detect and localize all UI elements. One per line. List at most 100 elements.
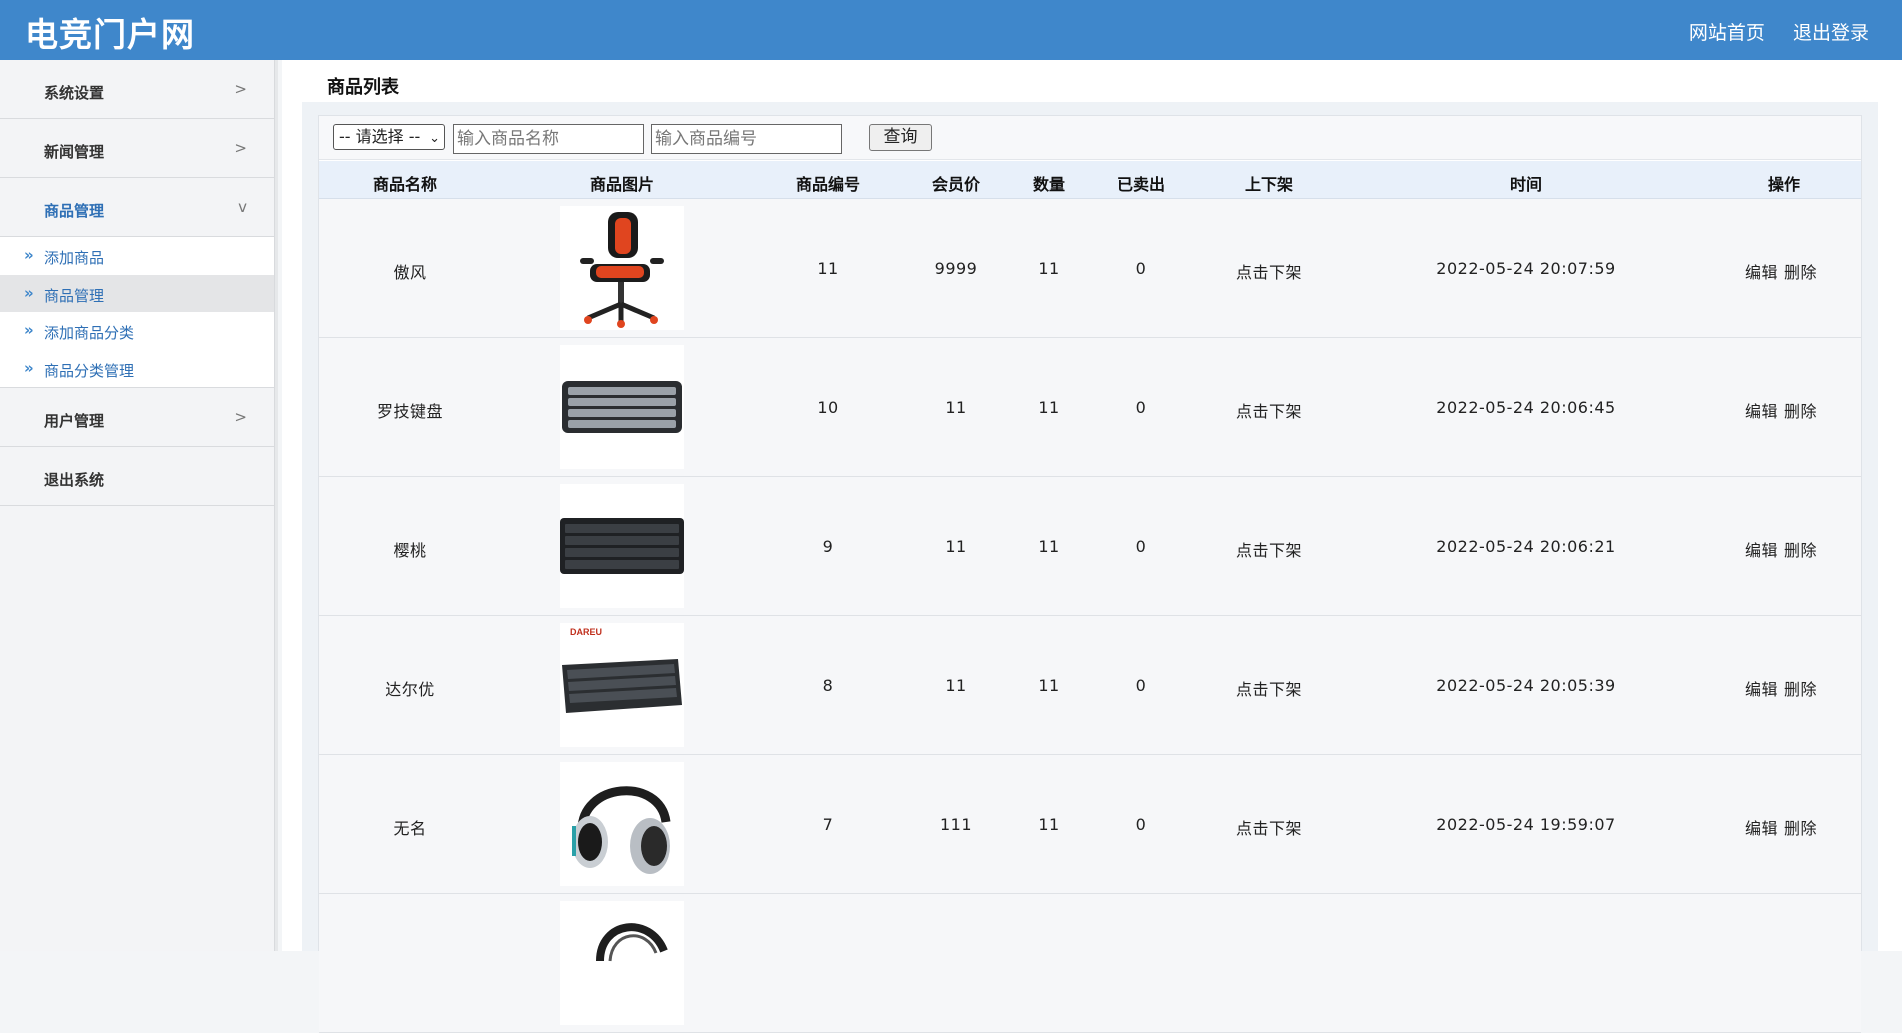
cell-code: 11 [817, 259, 839, 278]
chevron-down-icon: ⌄ [429, 131, 440, 146]
chevron-right-icon: > [234, 139, 247, 157]
cell-time: 2022-05-24 20:07:59 [1436, 259, 1616, 278]
delete-link[interactable]: 删除 [1784, 680, 1817, 699]
sidebar-group-users[interactable]: 用户管理 > [0, 388, 274, 447]
page-title: 商品列表 [327, 77, 399, 98]
table-body: 傲风 11 9999 11 0 点击下架 2022-05-24 20:07:59… [319, 199, 1861, 1033]
filter-toolbar: -- 请选择 -- ⌄ 输入商品名称 输入商品编号 查询 [319, 116, 1861, 160]
cell-name: 罗技键盘 [376, 402, 444, 421]
col-header-quantity: 数量 [1032, 175, 1066, 194]
sidebar-item-add-product[interactable]: » 添加商品 [0, 237, 274, 275]
edit-link[interactable]: 编辑 [1745, 819, 1778, 838]
col-header-time: 时间 [1509, 175, 1543, 194]
sidebar-item-product-management[interactable]: » 商品管理 [0, 274, 274, 312]
edit-link[interactable]: 编辑 [1745, 680, 1778, 699]
sidebar-group-system-settings[interactable]: 系统设置 > [0, 60, 274, 119]
cell-name: 樱桃 [393, 541, 427, 560]
cell-code: 10 [817, 398, 839, 417]
cell-name: 达尔优 [385, 680, 435, 699]
product-code-input[interactable]: 输入商品编号 [651, 124, 842, 154]
cell-actions: 编辑 删除 [1745, 537, 1823, 561]
home-link[interactable]: 网站首页 [1689, 22, 1765, 44]
chevron-right-icon: > [234, 80, 247, 98]
site-logo: 电竞门户网 [25, 15, 195, 54]
product-image-keyboard [560, 484, 684, 608]
sidebar: 系统设置 > 新闻管理 > 商品管理 v » 添加商品 » 商品管理 » 添加商… [0, 60, 275, 951]
table-container: -- 请选择 -- ⌄ 输入商品名称 输入商品编号 查询 商品名称 商品图片 商… [318, 115, 1862, 1033]
cell-code: 7 [822, 815, 834, 834]
product-image-headphones [560, 901, 684, 1025]
col-header-actions: 操作 [1767, 175, 1801, 194]
col-header-price: 会员价 [931, 175, 981, 194]
category-select[interactable]: -- 请选择 -- ⌄ [333, 124, 445, 150]
col-header-sold: 已卖出 [1116, 175, 1166, 194]
cell-actions: 编辑 删除 [1745, 815, 1823, 839]
delete-link[interactable]: 删除 [1784, 819, 1817, 838]
product-name-input[interactable]: 输入商品名称 [453, 124, 644, 154]
product-image-keyboard [560, 345, 684, 469]
cell-price: 11 [945, 398, 967, 417]
unlist-link[interactable]: 点击下架 [1236, 537, 1302, 561]
cell-actions: 编辑 删除 [1745, 398, 1823, 422]
delete-link[interactable]: 删除 [1784, 263, 1817, 282]
main-content: 商品列表 -- 请选择 -- ⌄ 输入商品名称 输入商品编号 查询 商品名称 商… [282, 60, 1902, 1033]
cell-price: 9999 [934, 259, 978, 278]
unlist-link[interactable]: 点击下架 [1236, 676, 1302, 700]
table-header: 商品名称 商品图片 商品编号 会员价 数量 已卖出 上下架 时间 操作 [319, 161, 1861, 199]
table-row: 樱桃 9 11 11 0 点击下架 2022-05-24 20:06:21 编辑… [319, 477, 1861, 616]
cell-quantity: 11 [1038, 676, 1060, 695]
cell-price: 11 [945, 537, 967, 556]
sidebar-group-products[interactable]: 商品管理 v [0, 178, 274, 237]
cell-code: 9 [822, 537, 834, 556]
col-header-name: 商品名称 [372, 175, 438, 194]
sidebar-item-label: 添加商品 [44, 249, 105, 267]
top-links: 网站首页 退出登录 [1667, 18, 1869, 45]
sidebar-group-exit[interactable]: 退出系统 [0, 447, 274, 506]
edit-link[interactable]: 编辑 [1745, 263, 1778, 282]
product-image-gaming-chair [560, 206, 684, 330]
unlist-link[interactable]: 点击下架 [1236, 398, 1302, 422]
cell-time: 2022-05-24 20:05:39 [1436, 676, 1616, 695]
edit-link[interactable]: 编辑 [1745, 402, 1778, 421]
sidebar-item-label: 添加商品分类 [44, 324, 135, 342]
unlist-link[interactable]: 点击下架 [1236, 815, 1302, 839]
sidebar-group-news[interactable]: 新闻管理 > [0, 119, 274, 178]
cell-time: 2022-05-24 19:59:07 [1436, 815, 1616, 834]
col-header-image: 商品图片 [589, 175, 655, 194]
sidebar-item-add-category[interactable]: » 添加商品分类 [0, 312, 274, 350]
sidebar-group-label: 商品管理 [44, 202, 105, 220]
cell-actions: 编辑 删除 [1745, 676, 1823, 700]
logout-link[interactable]: 退出登录 [1793, 22, 1869, 44]
sidebar-item-label: 商品管理 [44, 286, 105, 305]
cell-actions: 编辑 删除 [1745, 259, 1823, 283]
sidebar-group-label: 新闻管理 [44, 143, 105, 161]
sidebar-item-category-management[interactable]: » 商品分类管理 [0, 350, 274, 388]
table-row: 无名 7 111 11 0 点击下架 2022-05-24 19:59:07 编… [319, 755, 1861, 894]
unlist-link[interactable]: 点击下架 [1236, 259, 1302, 283]
cell-time: 2022-05-24 20:06:21 [1436, 537, 1616, 556]
sidebar-item-label: 商品分类管理 [44, 361, 135, 380]
delete-link[interactable]: 删除 [1784, 402, 1817, 421]
cell-name: 无名 [393, 819, 427, 838]
table-row: 达尔优 DAREU 8 11 11 0 点击下架 2022-05-24 20:0… [319, 616, 1861, 755]
sidebar-group-label: 用户管理 [44, 412, 105, 430]
edit-link[interactable]: 编辑 [1745, 541, 1778, 560]
cell-quantity: 11 [1038, 398, 1060, 417]
cell-sold: 0 [1135, 259, 1147, 278]
col-header-code: 商品编号 [795, 175, 861, 194]
products-submenu: » 添加商品 » 商品管理 » 添加商品分类 » 商品分类管理 [0, 237, 274, 388]
double-chevron-icon: » [24, 246, 34, 264]
double-chevron-icon: » [24, 321, 34, 339]
sidebar-group-label: 退出系统 [44, 471, 105, 489]
delete-link[interactable]: 删除 [1784, 541, 1817, 560]
brand-logo-text: DAREU [570, 627, 602, 637]
table-row: 傲风 11 9999 11 0 点击下架 2022-05-24 20:07:59… [319, 199, 1861, 338]
query-button[interactable]: 查询 [869, 124, 932, 151]
table-row: 罗技键盘 10 11 11 0 点击下架 2022-05-24 20:06:45… [319, 338, 1861, 477]
double-chevron-icon: » [24, 283, 34, 302]
cell-quantity: 11 [1038, 537, 1060, 556]
sidebar-group-label: 系统设置 [44, 84, 105, 102]
cell-code: 8 [822, 676, 834, 695]
product-image-keyboard: DAREU [560, 623, 684, 747]
double-chevron-icon: » [24, 358, 34, 377]
